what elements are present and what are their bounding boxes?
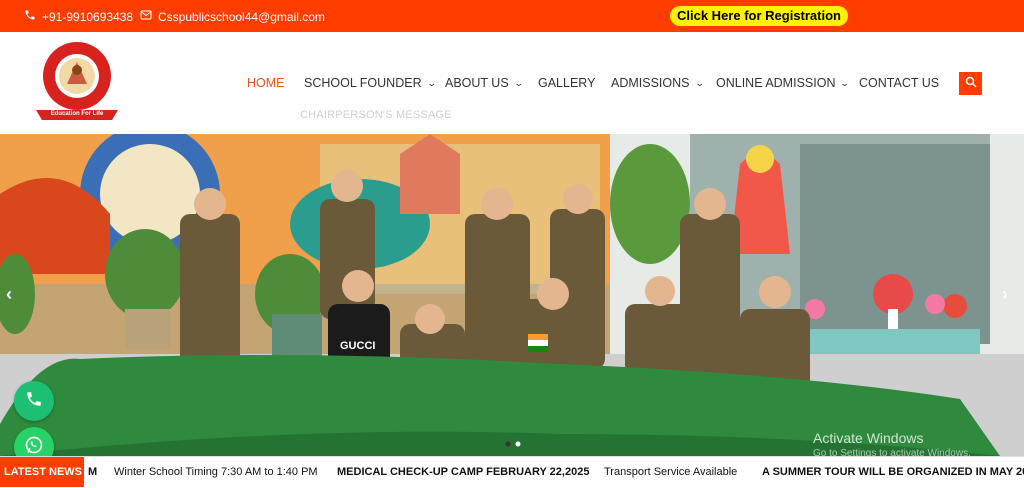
windows-watermark-title: Activate Windows xyxy=(813,430,924,446)
nav-admissions[interactable]: ADMISSIONS ⌄ xyxy=(611,76,705,90)
arrow-right-icon[interactable]: › xyxy=(1002,284,1008,305)
nav-online-admission[interactable]: ONLINE ADMISSION ⌄ xyxy=(716,76,851,90)
submenu-chairperson-message[interactable]: CHAIRPERSON'S MESSAGE xyxy=(300,109,452,121)
phone-contact[interactable]: +91-9910693438 xyxy=(24,9,133,24)
nav-label: ONLINE ADMISSION xyxy=(716,76,836,90)
nav-label: ADMISSIONS xyxy=(611,76,690,90)
chevron-down-icon: ⌄ xyxy=(840,77,851,88)
top-bar: +91-9910693438 Csspublicschool44@gmail.c… xyxy=(0,0,1024,32)
nav-gallery[interactable]: GALLERY xyxy=(538,76,595,90)
nav-label: GALLERY xyxy=(538,76,596,90)
ticker-item[interactable]: Transport Service Available xyxy=(604,466,737,478)
shirt-text: GUCCI xyxy=(340,340,376,352)
nav-about-us[interactable]: ABOUT US ⌄ xyxy=(445,76,524,90)
search-button[interactable] xyxy=(959,72,982,95)
search-icon xyxy=(965,75,977,93)
site-header: Education For Life HOME SCHOOL FOUNDER ⌄… xyxy=(0,32,1024,134)
windows-watermark-subtitle: Go to Settings to activate Windows. xyxy=(813,448,971,456)
phone-icon xyxy=(24,9,36,24)
email-contact[interactable]: Csspublicschool44@gmail.com xyxy=(140,9,325,24)
ticker-item[interactable]: MEDICAL CHECK-UP CAMP FEBRUARY 22,2025 xyxy=(337,466,589,478)
nav-contact-us[interactable]: CONTACT US xyxy=(859,76,939,90)
ticker-item[interactable]: A SUMMER TOUR WILL BE ORGANIZED IN MAY 2… xyxy=(762,466,1024,478)
main-nav: HOME SCHOOL FOUNDER ⌄ ABOUT US ⌄ GALLERY… xyxy=(0,76,1024,96)
nav-home[interactable]: HOME xyxy=(247,76,285,90)
ticker-item[interactable]: M xyxy=(88,466,97,478)
nav-label: ABOUT US xyxy=(445,76,509,90)
hero-image xyxy=(0,134,1024,456)
logo-tagline: Education For Life xyxy=(50,111,104,117)
chevron-down-icon: ⌄ xyxy=(694,77,705,88)
chevron-down-icon: ⌄ xyxy=(513,77,524,88)
arrow-left-icon[interactable]: ‹ xyxy=(6,284,12,305)
ticker-item[interactable]: Winter School Timing 7:30 AM to 1:40 PM xyxy=(114,466,318,478)
latest-news-label: LATEST NEWS xyxy=(0,457,84,487)
email-address: Csspublicschool44@gmail.com xyxy=(158,9,325,24)
news-ticker: LATEST NEWS M Winter School Timing 7:30 … xyxy=(0,456,1024,487)
hero-slider[interactable]: GUCCI ‹ › Activate Windows Go to Setting… xyxy=(0,134,1024,456)
phone-number: +91-9910693438 xyxy=(42,9,134,24)
call-button[interactable] xyxy=(14,381,54,421)
nav-label: HOME xyxy=(247,76,285,90)
nav-school-founder[interactable]: SCHOOL FOUNDER ⌄ xyxy=(304,76,437,90)
nav-label: CONTACT US xyxy=(859,76,940,90)
mail-icon xyxy=(140,9,152,24)
chevron-down-icon: ⌄ xyxy=(426,77,437,88)
nav-label: SCHOOL FOUNDER xyxy=(304,76,422,90)
registration-button[interactable]: Click Here for Registration xyxy=(670,6,848,26)
call-icon xyxy=(25,390,43,413)
